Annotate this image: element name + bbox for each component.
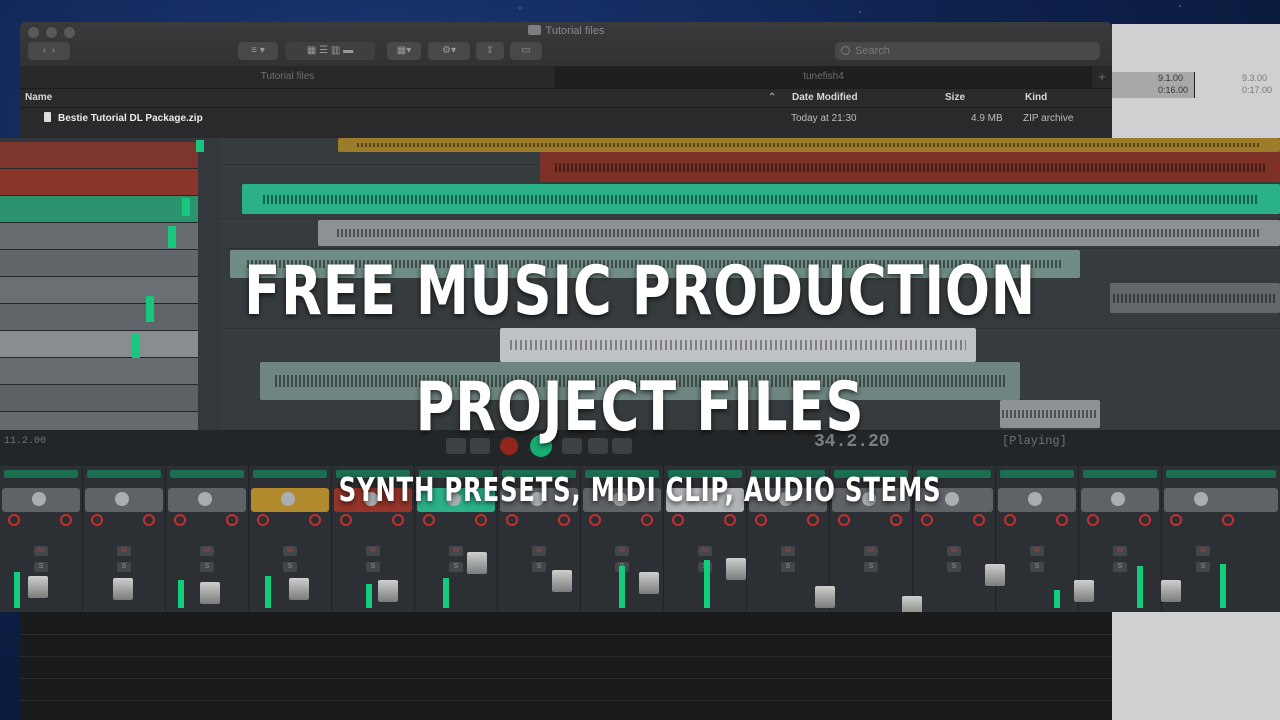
finder-tabs: Tutorial files tunefish4 + [20, 66, 1112, 88]
file-date: Today at 21:30 [791, 113, 857, 124]
row-divider [20, 656, 1112, 657]
sort-chevron-icon: ⌃ [768, 92, 777, 103]
file-name: Bestie Tutorial DL Package.zip [58, 113, 203, 124]
search-icon [841, 46, 850, 55]
col-kind[interactable]: Kind [1025, 92, 1047, 103]
col-date-modified[interactable]: Date Modified [792, 92, 858, 103]
add-tab-button[interactable]: + [1092, 66, 1112, 88]
ruler-bar-label-2: 9.3.00 [1242, 73, 1268, 83]
ruler-bar-label: 9.1.00 [1158, 73, 1184, 83]
document-icon [44, 112, 51, 122]
list-options-button[interactable]: ≡ ▾ [238, 42, 278, 60]
col-name[interactable]: Name [25, 92, 52, 103]
headline-line-2: PROJECT FILES [415, 368, 865, 447]
ruler-time-label-2: 0:17.00 [1242, 85, 1273, 95]
row-divider [20, 634, 1112, 635]
window-title: Tutorial files [20, 25, 1112, 37]
finder-titlebar: Tutorial files ‹ › ≡ ▾ ▦ ☰ ▥ ▬ ▦▾ ⚙▾ ⇪ ▭… [20, 22, 1112, 66]
file-row[interactable]: Bestie Tutorial DL Package.zip Today at … [20, 108, 1112, 130]
view-mode-buttons[interactable]: ▦ ☰ ▥ ▬ [285, 42, 375, 60]
finder-window: Tutorial files ‹ › ≡ ▾ ▦ ☰ ▥ ▬ ▦▾ ⚙▾ ⇪ ▭… [20, 22, 1112, 140]
share-icon[interactable]: ⇪ [476, 42, 504, 60]
tab-tutorial-files[interactable]: Tutorial files [20, 66, 556, 88]
group-button[interactable]: ▦▾ [387, 42, 421, 60]
background-window-bottom [20, 612, 1112, 720]
back-forward-buttons[interactable]: ‹ › [28, 42, 70, 60]
search-input[interactable]: Search [835, 42, 1100, 60]
folder-icon [527, 25, 541, 35]
tag-icon[interactable]: ▭ [510, 42, 542, 60]
ruler-time-label: 0:16.00 [1158, 85, 1189, 95]
row-divider [20, 678, 1112, 679]
column-header: Name ⌃ Date Modified Size Kind [20, 88, 1112, 108]
row-divider [20, 700, 1112, 701]
file-kind: ZIP archive [1023, 113, 1074, 124]
tab-tunefish4[interactable]: tunefish4 [556, 66, 1092, 88]
col-size[interactable]: Size [945, 92, 965, 103]
gear-icon[interactable]: ⚙▾ [428, 42, 470, 60]
headline-subtitle: SYNTH PRESETS, MIDI CLIP, AUDIO STEMS [338, 470, 942, 509]
headline-line-1: FREE MUSIC PRODUCTION [244, 252, 1036, 331]
timeline-ruler: 9.1.00 0:16.00 9.3.00 0:17.00 [1112, 72, 1272, 98]
file-size: 4.9 MB [971, 113, 1003, 124]
